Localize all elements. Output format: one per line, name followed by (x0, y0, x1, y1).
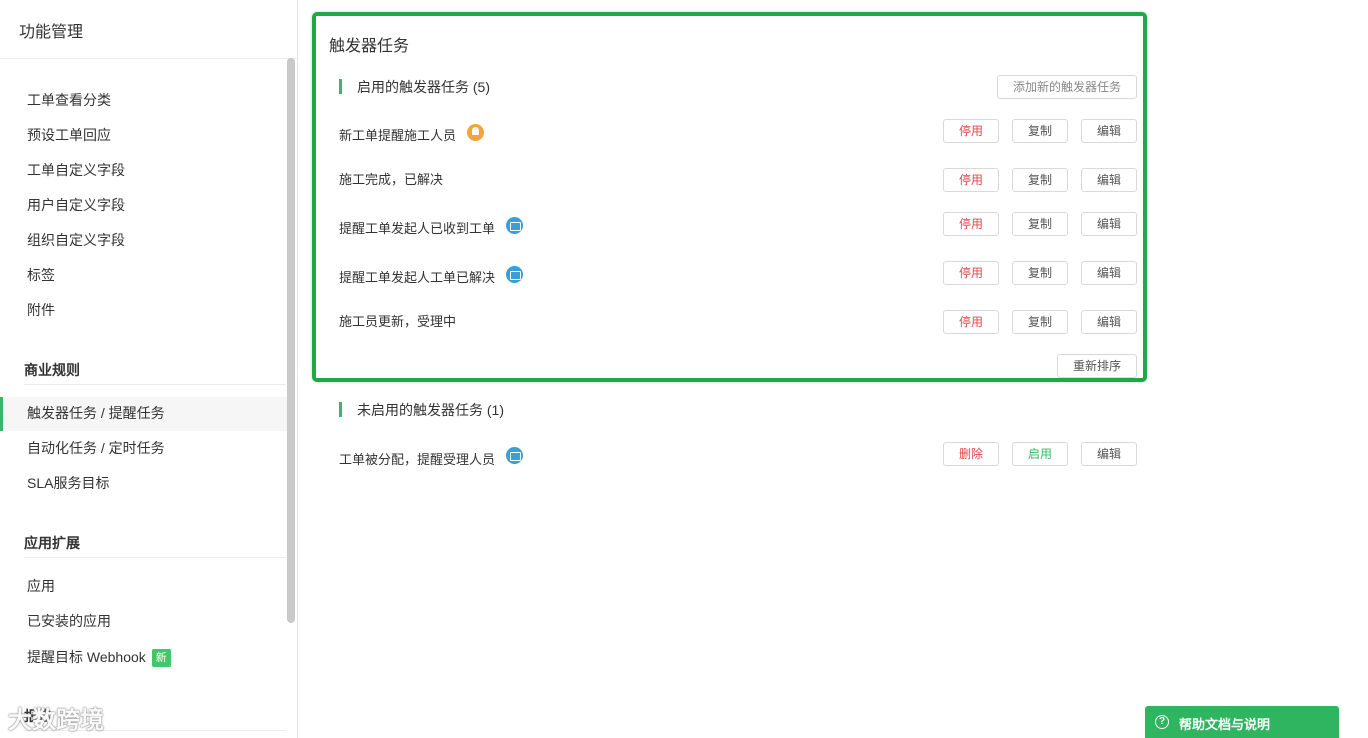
sidebar-item-automations[interactable]: 自动化任务 / 定时任务 (27, 438, 165, 458)
sidebar-title: 功能管理 (19, 24, 84, 41)
edit-button[interactable]: 编辑 (1081, 212, 1137, 236)
edit-button[interactable]: 编辑 (1081, 261, 1137, 285)
divider (24, 557, 286, 558)
sidebar-item-ticket-fields[interactable]: 工单自定义字段 (27, 160, 125, 180)
bell-icon (467, 124, 484, 141)
sidebar-item-sla[interactable]: SLA服务目标 (27, 473, 109, 493)
mail-icon (506, 447, 523, 464)
add-trigger-button[interactable]: 添加新的触发器任务 (997, 75, 1137, 99)
help-icon: ? (1155, 715, 1169, 729)
sidebar: 功能管理 工单查看分类 预设工单回应 工单自定义字段 用户自定义字段 组织自定义… (0, 0, 298, 738)
task-name[interactable]: 新工单提醒施工人员 (339, 125, 456, 147)
help-docs-button[interactable]: ? 帮助文档与说明 (1145, 706, 1339, 738)
sidebar-item-installed-apps[interactable]: 已安装的应用 (27, 611, 111, 631)
task-name[interactable]: 提醒工单发起人已收到工单 (339, 218, 495, 240)
mail-icon (506, 266, 523, 283)
enable-button[interactable]: 启用 (1012, 442, 1068, 466)
task-name[interactable]: 工单被分配，提醒受理人员 (339, 449, 495, 471)
copy-button[interactable]: 复制 (1012, 310, 1068, 334)
watermark: 大数跨境 (8, 700, 104, 735)
help-label: 帮助文档与说明 (1179, 717, 1271, 732)
page-title: 触发器任务 (329, 38, 410, 55)
watermark-text: 大数跨境 (8, 707, 104, 734)
sidebar-item-tags[interactable]: 标签 (27, 265, 55, 285)
section-header-business-rules: 商业规则 (24, 362, 80, 378)
disable-button[interactable]: 停用 (943, 261, 999, 285)
active-indicator (0, 397, 3, 431)
edit-button[interactable]: 编辑 (1081, 310, 1137, 334)
disable-button[interactable]: 停用 (943, 119, 999, 143)
task-name[interactable]: 提醒工单发起人工单已解决 (339, 267, 495, 289)
disabled-triggers-header: 未启用的触发器任务 (1) (339, 401, 504, 419)
edit-button[interactable]: 编辑 (1081, 119, 1137, 143)
copy-button[interactable]: 复制 (1012, 212, 1068, 236)
mail-icon (506, 217, 523, 234)
sidebar-item-user-fields[interactable]: 用户自定义字段 (27, 195, 125, 215)
copy-button[interactable]: 复制 (1012, 119, 1068, 143)
reorder-button[interactable]: 重新排序 (1057, 354, 1137, 378)
sidebar-scrollbar[interactable] (287, 58, 295, 623)
copy-button[interactable]: 复制 (1012, 168, 1068, 192)
enabled-triggers-header: 启用的触发器任务 (5) (339, 78, 490, 96)
divider (0, 58, 297, 59)
sidebar-item-apps[interactable]: 应用 (27, 576, 55, 596)
sidebar-item-webhook[interactable]: 提醒目标 Webhook 新 (27, 647, 171, 667)
sidebar-item-org-fields[interactable]: 组织自定义字段 (27, 230, 125, 250)
sidebar-item-triggers[interactable]: 触发器任务 / 提醒任务 (27, 403, 165, 423)
task-name[interactable]: 施工员更新，受理中 (339, 311, 456, 333)
copy-button[interactable]: 复制 (1012, 261, 1068, 285)
edit-button[interactable]: 编辑 (1081, 168, 1137, 192)
sidebar-item-macros[interactable]: 预设工单回应 (27, 125, 111, 145)
divider (24, 384, 286, 385)
task-name[interactable]: 施工完成，已解决 (339, 169, 443, 191)
delete-button[interactable]: 删除 (943, 442, 999, 466)
disable-button[interactable]: 停用 (943, 310, 999, 334)
new-badge: 新 (151, 649, 171, 667)
disable-button[interactable]: 停用 (943, 168, 999, 192)
sidebar-item-attachments[interactable]: 附件 (27, 300, 55, 320)
sidebar-item-ticket-views[interactable]: 工单查看分类 (27, 90, 111, 110)
disable-button[interactable]: 停用 (943, 212, 999, 236)
section-header-app-extensions: 应用扩展 (24, 535, 80, 551)
edit-button[interactable]: 编辑 (1081, 442, 1137, 466)
sidebar-item-label: 提醒目标 Webhook (27, 649, 146, 665)
